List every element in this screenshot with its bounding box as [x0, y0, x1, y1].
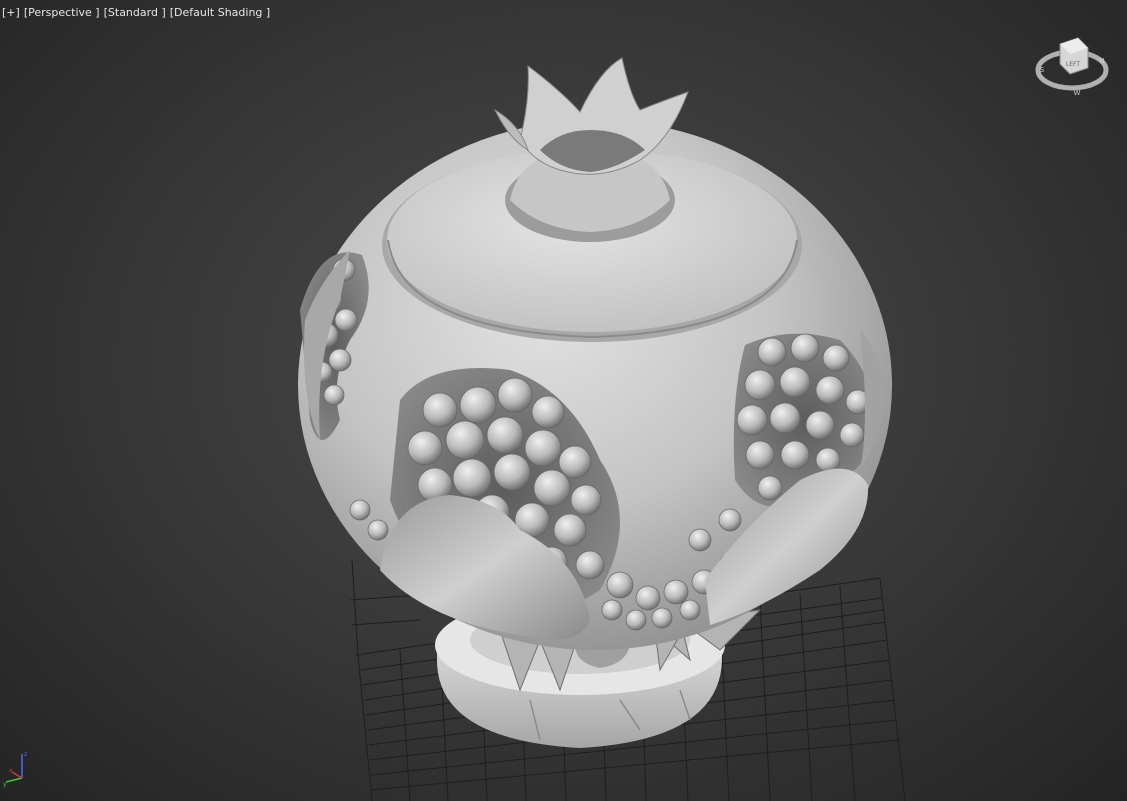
viewcube-face-label: LEFT: [1066, 61, 1080, 68]
axis-x-line: [11, 771, 23, 779]
compass-s: S: [1040, 66, 1045, 74]
axis-y-label: y: [3, 781, 7, 788]
axis-y-line: [5, 777, 23, 783]
viewcube[interactable]: LEFT S W N E: [1032, 30, 1112, 100]
axis-z-label: z: [24, 751, 27, 758]
compass-w: W: [1074, 89, 1081, 97]
axis-tripod: x y z: [3, 751, 27, 788]
compass-n: N: [1099, 57, 1104, 65]
axis-x-label: x: [9, 767, 13, 774]
scene-canvas[interactable]: [0, 0, 1127, 801]
perspective-viewport[interactable]: [+] [Perspective ] [Standard ] [Default …: [0, 0, 1127, 801]
